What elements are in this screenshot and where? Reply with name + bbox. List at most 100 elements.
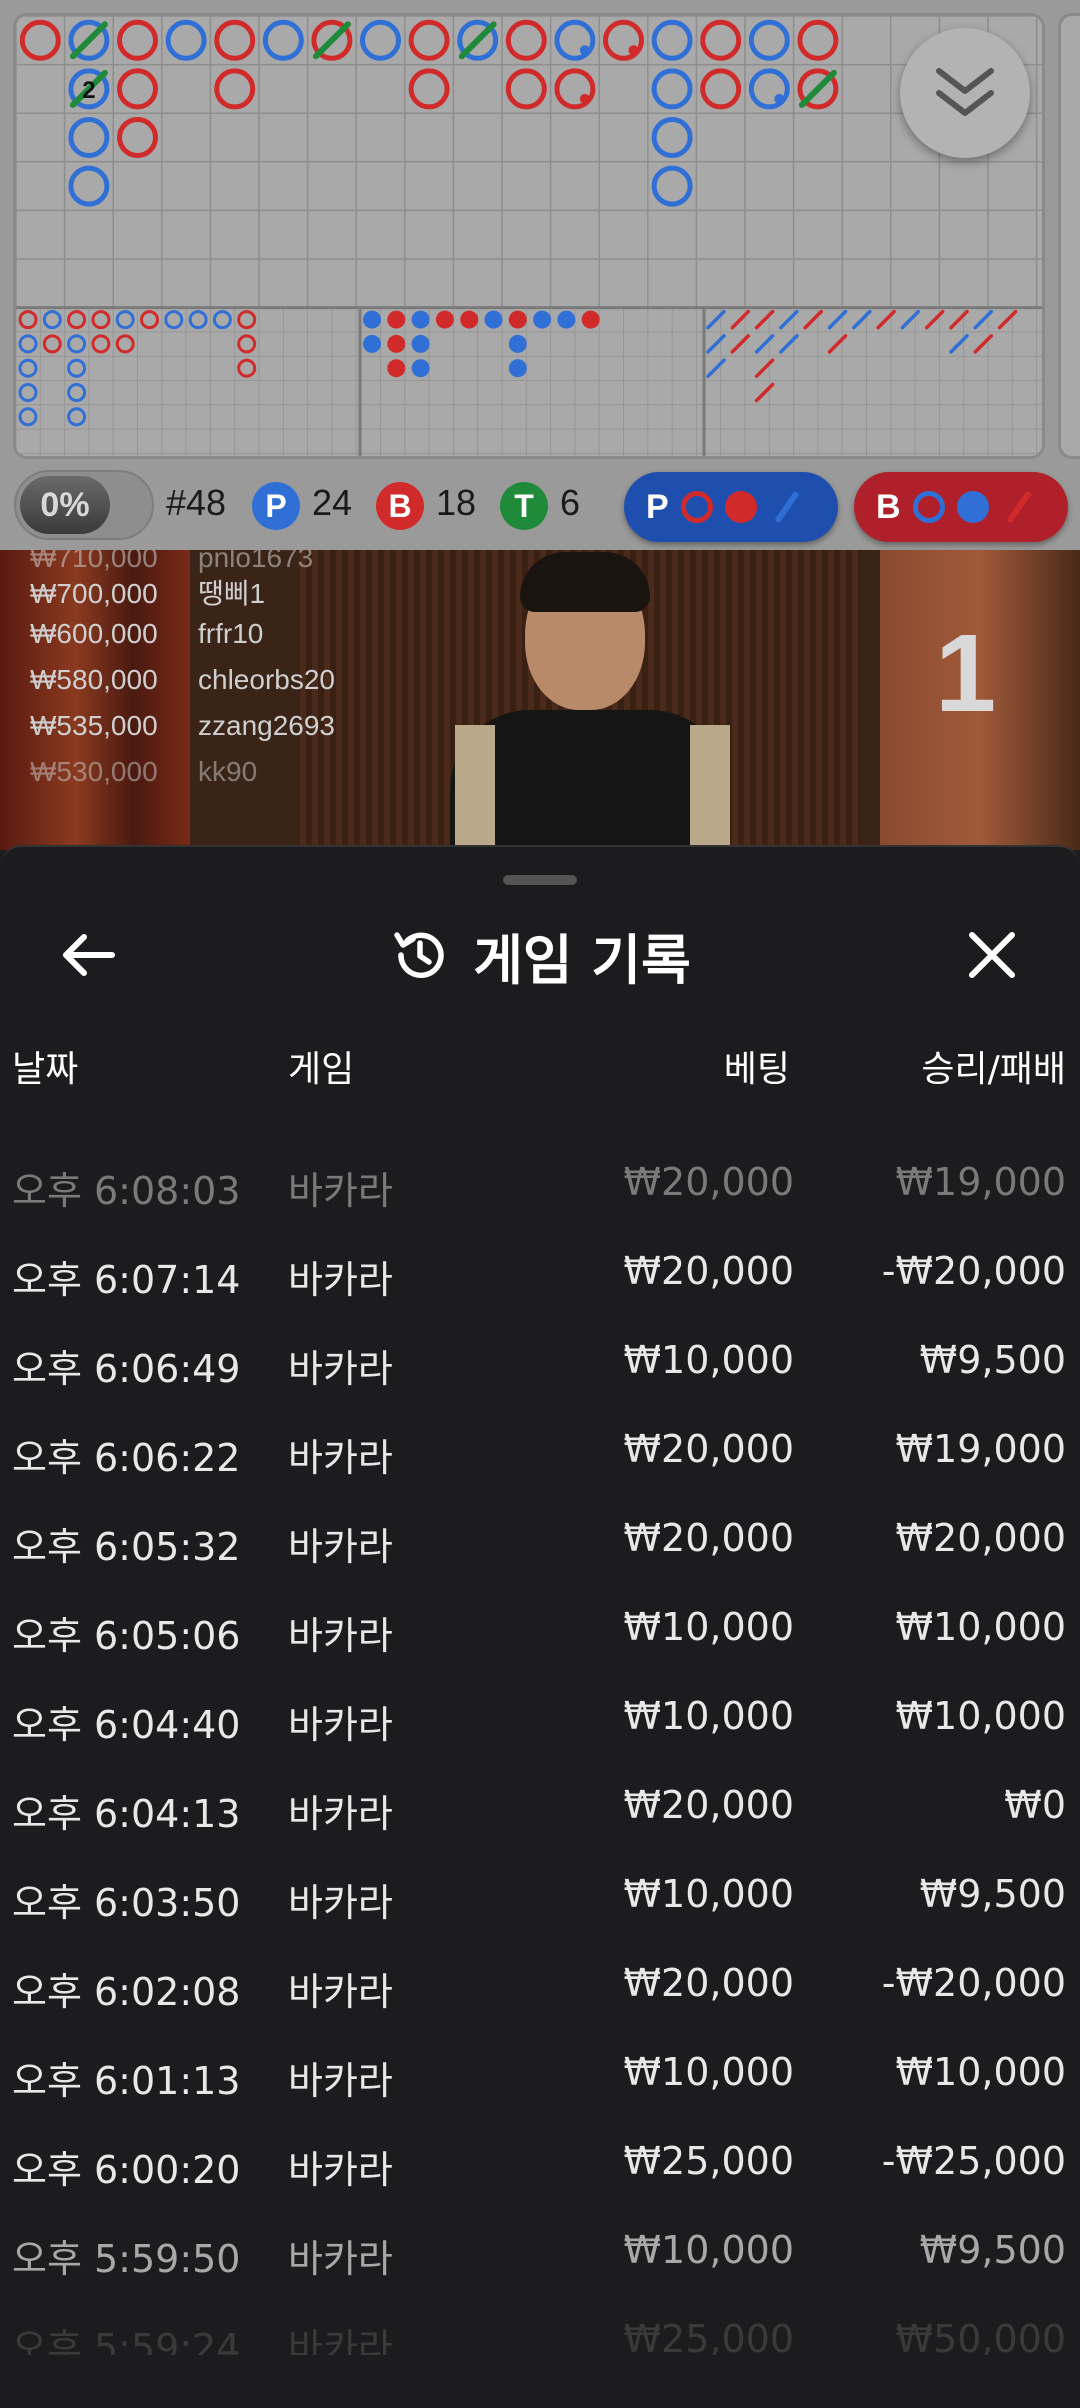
cockroach-slash: [997, 309, 1018, 330]
cockroach-slash: [803, 309, 823, 330]
banker-bead: [700, 68, 742, 110]
close-button[interactable]: [952, 915, 1032, 995]
cockroach-slash: [949, 334, 969, 354]
history-icon: [394, 932, 444, 978]
cockroach-slash: [754, 358, 775, 378]
bigeye-bead: [91, 310, 111, 330]
cockroach-slash: [779, 334, 799, 354]
cockroach-slash: [973, 309, 994, 330]
dealer-vest-right: [690, 725, 730, 850]
table-row[interactable]: 오후 6:06:22 바카라 ₩20,000 ₩19,000: [0, 1407, 1080, 1496]
bigeye-bead: [67, 383, 87, 402]
banker-bead: [797, 19, 839, 61]
banker-bead: [214, 19, 256, 61]
player-bead: [165, 19, 207, 61]
banker-bead: [117, 68, 158, 110]
bigeye-bead: [237, 334, 257, 354]
bigeye-bead: [237, 358, 257, 378]
table-row[interactable]: 오후 6:02:08 바카라 ₩20,000 -₩20,000: [0, 1941, 1080, 2030]
small-road-dot: [363, 334, 381, 353]
small-road-dot: [508, 334, 527, 353]
player-bead: [651, 165, 693, 207]
small-road-dot: [581, 310, 600, 329]
bigeye-bead: [237, 310, 257, 330]
table-row[interactable]: 오후 6:03:50 바카라 ₩10,000 ₩9,500: [0, 1852, 1080, 1941]
small-road-dot: [508, 359, 527, 378]
table-row[interactable]: 오후 6:04:40 바카라 ₩10,000 ₩10,000: [0, 1674, 1080, 1763]
table-row[interactable]: 오후 6:07:14 바카라 ₩20,000 -₩20,000: [0, 1229, 1080, 1318]
pair-dot: [774, 93, 785, 104]
column-header-win-loss: 승리/패배: [921, 1049, 1066, 1090]
pair-dot: [579, 45, 590, 56]
table-row[interactable]: 오후 6:01:13 바카라 ₩10,000 ₩10,000: [0, 2030, 1080, 2119]
small-road-dot: [435, 310, 454, 329]
column-header-date: 날짜: [12, 1049, 79, 1090]
cockroach-slash: [706, 334, 726, 354]
tie-count: 6: [560, 482, 581, 523]
cockroach-slash: [754, 334, 775, 354]
small-road-dot: [411, 359, 430, 378]
cockroach-slash: [754, 382, 775, 403]
collapse-button[interactable]: [900, 28, 1030, 158]
bigeye-bead: [115, 334, 135, 354]
player-slash-icon: [773, 490, 800, 524]
winner-ticker-item: ₩580,000 chleorbs20: [30, 664, 335, 695]
pair-dot: [628, 45, 639, 56]
banker-predict-button[interactable]: B: [854, 472, 1068, 542]
banker-count: 18: [436, 482, 477, 523]
bigeye-bead: [42, 334, 62, 354]
player-bead: [68, 165, 110, 207]
close-icon: [969, 932, 1015, 978]
sheet-header: 게임 기록: [0, 915, 1080, 995]
table-row[interactable]: 오후 6:06:49 바카라 ₩10,000 ₩9,500: [0, 1318, 1080, 1407]
sheet-drag-handle[interactable]: [503, 875, 577, 885]
winner-ticker-item: ₩710,000 pnlo1673: [30, 550, 314, 573]
bigeye-bead: [115, 310, 135, 330]
small-road-dot: [387, 310, 406, 329]
small-road-dot: [533, 310, 552, 329]
banker-bead: [505, 19, 547, 61]
tie-badge: T: [500, 482, 548, 530]
banker-bead: [505, 68, 547, 110]
banker-ring-icon: [680, 491, 713, 523]
winner-ticker-item: ₩600,000 frfr10: [30, 618, 264, 649]
player-predict-button[interactable]: P: [624, 472, 838, 542]
percent-toggle[interactable]: 0%: [14, 470, 154, 540]
table-row[interactable]: 오후 6:05:06 바카라 ₩10,000 ₩10,000: [0, 1585, 1080, 1674]
banker-bead: [408, 19, 450, 61]
cockroach-slash: [754, 309, 775, 330]
table-row[interactable]: 오후 6:04:13 바카라 ₩20,000 ₩0: [0, 1763, 1080, 1852]
cockroach-slash: [973, 334, 994, 354]
bigeye-bead: [212, 310, 232, 330]
small-road-dot: [460, 310, 479, 329]
cockroach-slash: [730, 309, 751, 330]
cockroach-slash: [706, 358, 726, 378]
winner-ticker-item: ₩530,000 kk90: [30, 756, 258, 787]
small-road-dot: [411, 334, 430, 353]
table-row[interactable]: 오후 6:08:03 바카라 ₩20,000 ₩19,000: [0, 1140, 1080, 1229]
bigeye-bead: [18, 334, 38, 354]
table-row[interactable]: 오후 6:00:20 바카라 ₩25,000 -₩25,000: [0, 2119, 1080, 2208]
player-bead: [68, 117, 110, 158]
player-count: 24: [312, 482, 353, 523]
bigeye-bead: [67, 334, 87, 354]
cockroach-slash: [706, 309, 726, 330]
cockroach-slash: [779, 309, 799, 330]
bigeye-bead: [42, 310, 62, 330]
small-road-dot: [484, 310, 503, 329]
banker-bead: [214, 68, 256, 110]
bigeye-bead: [18, 383, 38, 402]
banker-bead: [117, 117, 158, 158]
bigeye-bead: [18, 407, 38, 427]
bigeye-bead: [67, 310, 87, 330]
cockroach-slash: [949, 309, 969, 330]
cockroach-slash: [827, 334, 848, 354]
road-grid: 2: [16, 16, 1042, 456]
dealer-vest-left: [455, 725, 495, 850]
small-road-dot: [411, 310, 430, 329]
column-header-bet: 베팅: [723, 1049, 790, 1090]
table-row[interactable]: 오후 5:59:50 바카라 ₩10,000 ₩9,500: [0, 2208, 1080, 2297]
table-row[interactable]: 오후 6:05:32 바카라 ₩20,000 ₩20,000: [0, 1496, 1080, 1585]
table-row[interactable]: 오후 5:59:24 바카라 ₩25,000 ₩50,000: [0, 2297, 1080, 2355]
cockroach-slash: [827, 309, 848, 330]
